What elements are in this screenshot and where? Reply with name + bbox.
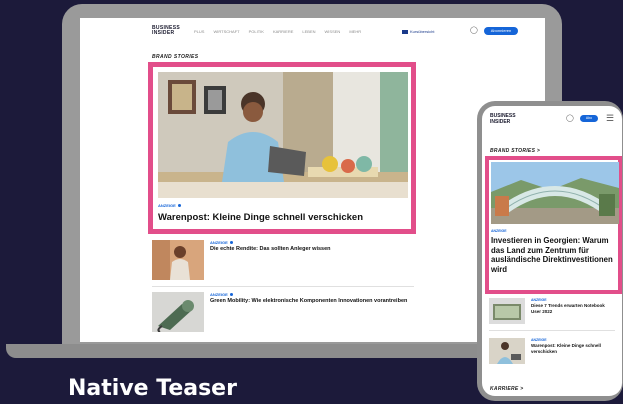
- logo-line-2: INSIDER: [152, 30, 175, 36]
- nav-link-politik[interactable]: POLITIK: [249, 29, 264, 34]
- article-thumbnail[interactable]: [152, 240, 204, 280]
- nav-link-wirtschaft[interactable]: WIRTSCHAFT: [213, 29, 239, 34]
- caption: Native Teaser: [68, 376, 237, 401]
- subscribe-button[interactable]: Abonnieren: [484, 27, 518, 35]
- article-thumbnail[interactable]: [152, 292, 204, 332]
- article-thumbnail[interactable]: [489, 298, 525, 324]
- nav-link-leben[interactable]: LEBEN: [302, 29, 315, 34]
- subscribe-button[interactable]: Abo: [580, 115, 598, 122]
- karriere-heading[interactable]: KARRIERE >: [490, 386, 523, 392]
- article-anzeige-label: ANZEIGE: [210, 240, 233, 245]
- brand-stories-heading: BRAND STORIES: [152, 54, 199, 60]
- site-logo[interactable]: BUSINESS INSIDER: [152, 26, 180, 36]
- nav-link-mehr[interactable]: MEHR: [349, 29, 361, 34]
- native-teaser-highlight[interactable]: ANZEIGE Warenpost: Kleine Dinge schnell …: [148, 62, 416, 234]
- stock-overview-link[interactable]: Kursübersicht: [402, 29, 434, 34]
- hero-title[interactable]: Warenpost: Kleine Dinge schnell verschic…: [158, 212, 363, 223]
- divider: [152, 286, 414, 287]
- nav-link-wissen[interactable]: WISSEN: [325, 29, 341, 34]
- main-nav: PLUS WIRTSCHAFT POLITIK KARRIERE LEBEN W…: [194, 29, 361, 34]
- divider: [489, 330, 615, 331]
- hero-title[interactable]: Investieren in Georgien: Warum das Land …: [491, 236, 619, 274]
- nav-link-karriere[interactable]: KARRIERE: [273, 29, 293, 34]
- nav-link-plus[interactable]: PLUS: [194, 29, 204, 34]
- article-anzeige-label: ANZEIGE: [531, 338, 547, 342]
- laptop-screen: BUSINESS INSIDER PLUS WIRTSCHAFT POLITIK…: [80, 18, 545, 342]
- article-title[interactable]: Diese 7 Trends erwarten Notebook User 20…: [531, 303, 615, 314]
- hero-image[interactable]: [158, 72, 408, 198]
- article-item[interactable]: ANZEIGE Die echte Rendite: Das sollten A…: [152, 240, 412, 280]
- menu-icon[interactable]: ☰: [606, 113, 614, 124]
- hero-anzeige-label: ANZEIGE: [491, 229, 507, 233]
- logo-line-2: INSIDER: [490, 118, 511, 125]
- site-logo[interactable]: BUSINESS INSIDER: [490, 113, 516, 125]
- article-anzeige-label: ANZEIGE: [210, 292, 233, 297]
- article-title[interactable]: Green Mobility: Wie elektronische Kompon…: [210, 298, 410, 305]
- article-item[interactable]: ANZEIGE Green Mobility: Wie elektronisch…: [152, 292, 412, 332]
- brand-stories-heading[interactable]: BRAND STORIES >: [490, 148, 540, 154]
- native-teaser-highlight[interactable]: ANZEIGE Investieren in Georgien: Warum d…: [485, 156, 622, 294]
- user-icon[interactable]: ◯: [566, 114, 574, 122]
- article-anzeige-label: ANZEIGE: [531, 298, 547, 302]
- article-title[interactable]: Warenpost: Kleine Dinge schnell verschic…: [531, 343, 615, 354]
- article-item[interactable]: ANZEIGE Warenpost: Kleine Dinge schnell …: [489, 338, 617, 366]
- hero-image[interactable]: [491, 162, 619, 224]
- user-icon[interactable]: ◯: [470, 26, 478, 34]
- site-header: BUSINESS INSIDER PLUS WIRTSCHAFT POLITIK…: [152, 26, 532, 42]
- phone-screen: BUSINESS INSIDER ◯ Abo ☰ BRAND STORIES >…: [482, 106, 622, 396]
- hero-anzeige-label: ANZEIGE: [158, 203, 181, 208]
- laptop-base: [6, 344, 536, 358]
- article-title[interactable]: Die echte Rendite: Das sollten Anleger w…: [210, 246, 410, 253]
- article-thumbnail[interactable]: [489, 338, 525, 364]
- article-item[interactable]: ANZEIGE Diese 7 Trends erwarten Notebook…: [489, 298, 617, 326]
